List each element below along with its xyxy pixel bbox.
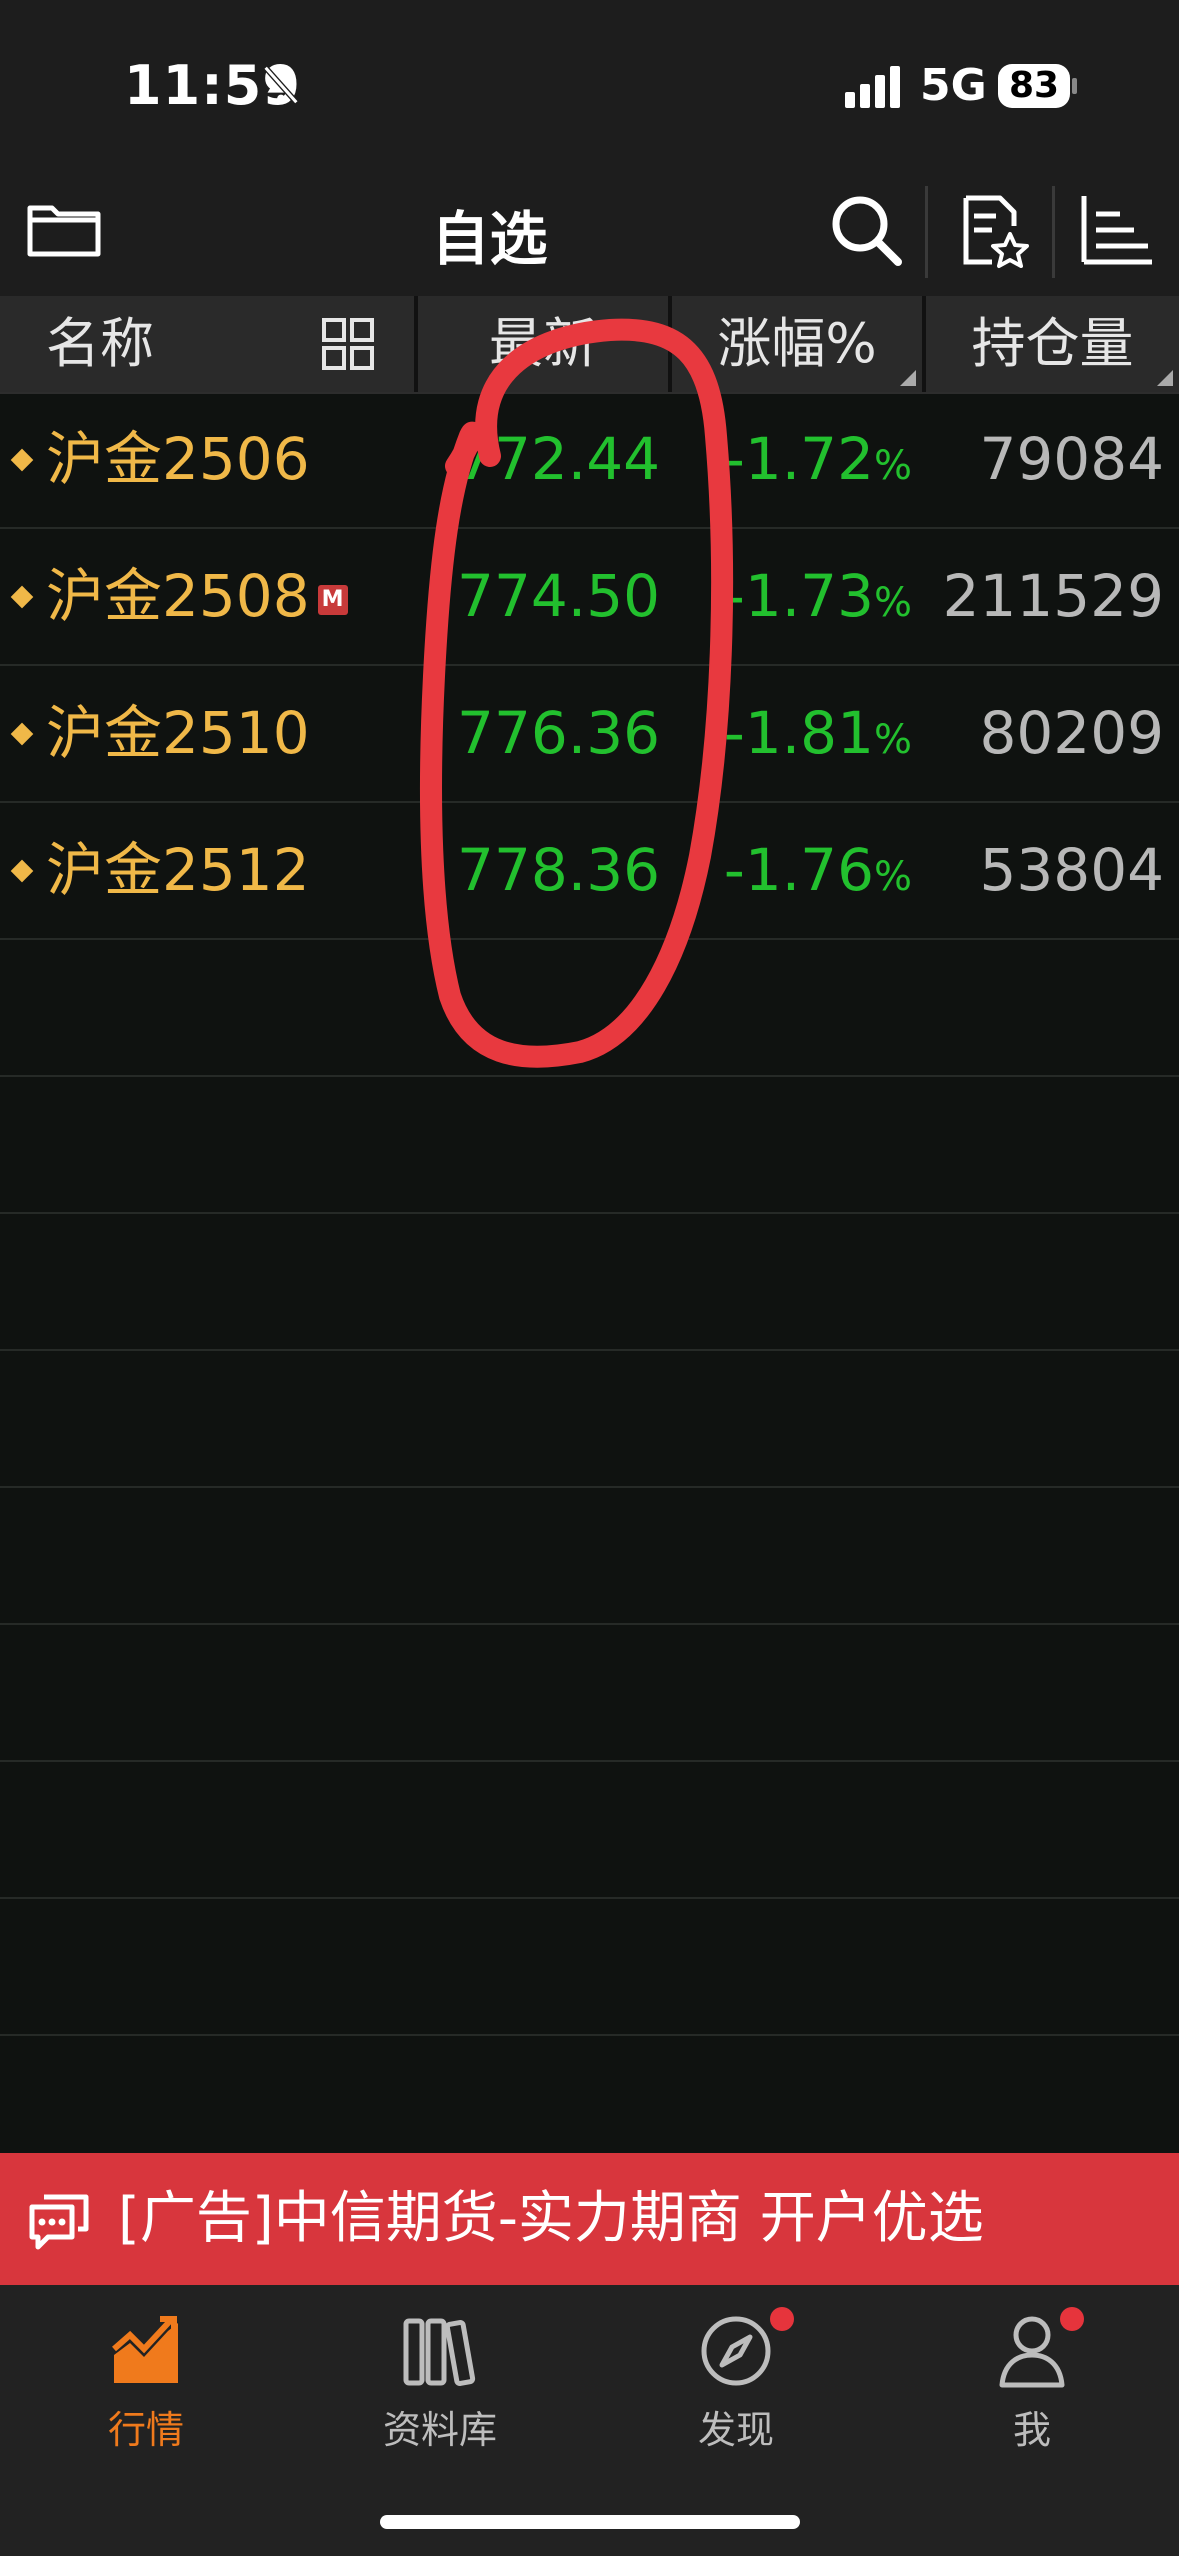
notification-dot	[1060, 2307, 1084, 2331]
empty-row	[0, 940, 1179, 1077]
sort-indicator-icon	[1157, 370, 1173, 386]
table-row[interactable]: 沪金2508 M 774.50 -1.73% 211529	[0, 529, 1179, 666]
main-contract-badge: M	[317, 584, 348, 615]
table-row[interactable]: 沪金2512 778.36 -1.76% 53804	[0, 803, 1179, 940]
tab-discover[interactable]: 发现	[646, 2307, 826, 2454]
latest-price: 772.44	[457, 425, 660, 493]
open-interest: 79084	[979, 425, 1164, 493]
column-header-open-interest[interactable]: 持仓量	[926, 296, 1179, 392]
contract-name: 沪金2508 M	[46, 529, 348, 664]
change-percent: -1.73%	[723, 562, 912, 630]
tab-label: 资料库	[382, 2408, 497, 2452]
table-header: 名称 最新 涨幅% 持仓量	[0, 296, 1179, 394]
change-percent: -1.76%	[723, 836, 912, 904]
latest-price: 778.36	[457, 836, 660, 904]
column-header-name[interactable]: 名称	[0, 296, 414, 392]
network-type: 5G	[920, 60, 987, 111]
column-header-change[interactable]: 涨幅%	[672, 296, 922, 392]
table-row[interactable]: 沪金2510 776.36 -1.81% 80209	[0, 666, 1179, 803]
tab-market[interactable]: 行情	[56, 2313, 236, 2454]
tab-label: 发现	[697, 2408, 774, 2452]
diamond-bullet-icon	[10, 859, 34, 883]
open-interest: 53804	[979, 836, 1164, 904]
home-indicator	[380, 2515, 800, 2529]
battery-tip	[1072, 78, 1077, 94]
search-icon[interactable]	[826, 190, 906, 270]
books-icon	[403, 2318, 476, 2386]
contract-name: 沪金2510	[46, 699, 310, 767]
empty-row	[0, 1625, 1179, 1762]
bell-muted-icon	[263, 65, 299, 105]
table-row[interactable]: 沪金2506 772.44 -1.72% 79084	[0, 392, 1179, 529]
nav-header: 自选	[0, 170, 1179, 296]
notification-dot	[770, 2307, 794, 2331]
tab-label: 行情	[107, 2408, 184, 2452]
tab-me[interactable]: 我	[942, 2307, 1122, 2454]
empty-row	[0, 1762, 1179, 1899]
cellular-signal-icon	[845, 66, 900, 108]
tab-library[interactable]: 资料库	[350, 2313, 530, 2454]
quote-list: 沪金2506 772.44 -1.72% 79084 沪金2508 M 774.5…	[0, 392, 1179, 2447]
empty-row	[0, 1077, 1179, 1214]
latest-price: 774.50	[457, 562, 660, 630]
empty-row	[0, 1488, 1179, 1625]
nav-divider	[1052, 186, 1055, 278]
change-percent: -1.81%	[723, 699, 912, 767]
ad-text: [广告]中信期货-实力期商 开户优选	[118, 2186, 984, 2251]
chat-message-icon	[29, 2194, 89, 2250]
column-header-latest[interactable]: 最新	[418, 296, 668, 392]
diamond-bullet-icon	[10, 722, 34, 746]
open-interest: 80209	[979, 699, 1164, 767]
user-icon	[999, 2316, 1065, 2388]
empty-row	[0, 1899, 1179, 2036]
open-interest: 211529	[942, 562, 1164, 630]
tab-label: 我	[1012, 2408, 1051, 2452]
compass-icon	[701, 2316, 771, 2386]
empty-row	[0, 1351, 1179, 1488]
status-bar: 11:59 5G 83	[0, 0, 1179, 170]
diamond-bullet-icon	[10, 448, 34, 472]
sort-indicator-icon	[900, 370, 916, 386]
contract-name: 沪金2512	[46, 836, 310, 904]
nav-divider	[925, 186, 928, 278]
diamond-bullet-icon	[10, 585, 34, 609]
ad-banner[interactable]: [广告]中信期货-实力期商 开户优选	[0, 2153, 1179, 2285]
empty-row	[0, 1214, 1179, 1351]
contract-name: 沪金2506	[46, 425, 310, 493]
latest-price: 776.36	[457, 699, 660, 767]
doc-star-icon[interactable]	[952, 190, 1032, 270]
change-percent: -1.72%	[723, 425, 912, 493]
battery-level: 83	[998, 64, 1070, 108]
chart-trend-icon	[112, 2316, 178, 2383]
grid-layout-icon[interactable]	[322, 318, 374, 370]
sort-list-icon[interactable]	[1076, 190, 1156, 270]
